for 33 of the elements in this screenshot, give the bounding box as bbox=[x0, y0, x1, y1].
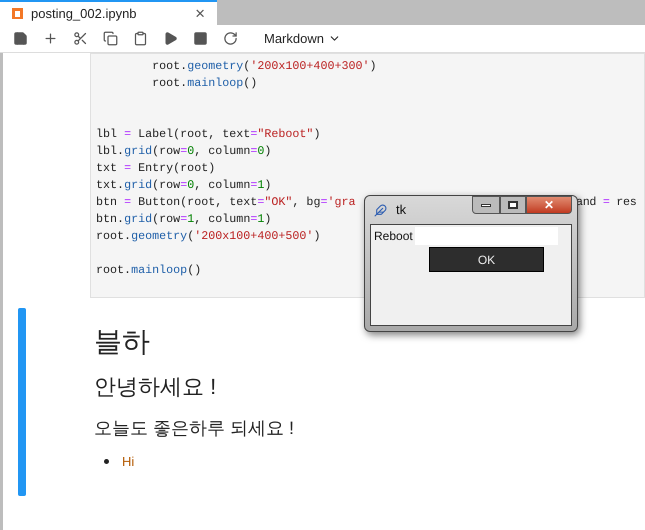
code-line: txt = Entry(root) bbox=[96, 161, 216, 175]
code-line: btn = Button(root, text="OK", bg='gra bbox=[96, 195, 356, 209]
close-button[interactable]: ✕ bbox=[526, 196, 572, 214]
notebook-tab[interactable]: posting_002.ipynb × bbox=[0, 0, 217, 25]
tab-title: posting_002.ipynb bbox=[31, 4, 138, 23]
minimize-button[interactable] bbox=[472, 196, 500, 214]
code-line: txt.grid(row=0, column=1) bbox=[96, 178, 272, 192]
restart-icon[interactable] bbox=[222, 30, 239, 47]
code-line: root.geometry('200x100+400+500') bbox=[96, 229, 320, 243]
maximize-button[interactable] bbox=[500, 196, 526, 214]
code-line: root.geometry('200x100+400+300') bbox=[151, 59, 377, 73]
subheading: 안녕하세요 ! bbox=[94, 373, 218, 401]
save-icon[interactable] bbox=[12, 30, 29, 47]
bullet-icon bbox=[104, 459, 109, 464]
notebook-icon bbox=[12, 8, 23, 19]
code-line: lbl = Label(root, text="Reboot") bbox=[96, 127, 320, 141]
cut-icon[interactable] bbox=[72, 30, 89, 47]
code-line: root.mainloop() bbox=[96, 263, 202, 277]
close-button[interactable]: × bbox=[195, 5, 205, 22]
cell-type-dropdown[interactable]: Markdown bbox=[264, 28, 341, 48]
subheading: 오늘도 좋은하루 되세요 ! bbox=[94, 417, 294, 440]
heading: 블하 bbox=[94, 325, 151, 359]
copy-icon[interactable] bbox=[102, 30, 119, 47]
window-title: tk bbox=[396, 201, 408, 220]
paste-icon[interactable] bbox=[132, 30, 149, 47]
ok-button[interactable]: OK bbox=[429, 247, 544, 272]
code-line: root.mainloop() bbox=[151, 76, 258, 90]
feather-icon bbox=[374, 204, 387, 216]
code-line: btn.grid(row=1, column=1) bbox=[96, 212, 272, 226]
code-line: lbl.grid(row=0, column=0) bbox=[96, 144, 272, 158]
stop-icon[interactable] bbox=[192, 30, 209, 47]
field-label: Reboot bbox=[374, 228, 413, 245]
list-item: Hi bbox=[122, 453, 134, 471]
